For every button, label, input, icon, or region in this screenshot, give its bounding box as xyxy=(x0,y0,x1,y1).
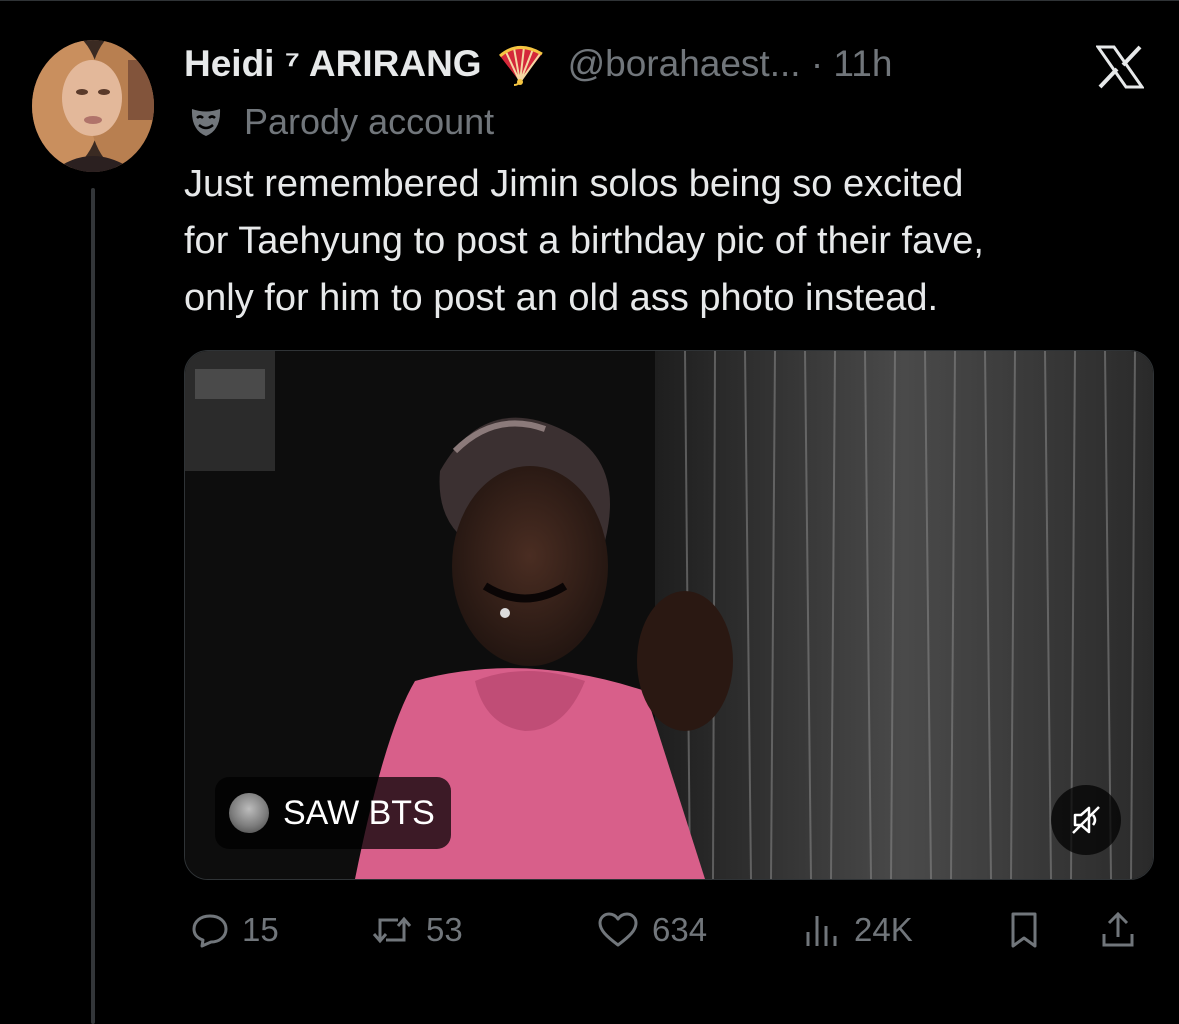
reply-button[interactable]: 15 xyxy=(190,898,279,962)
tweet-header: Heidi ⁷ ARIRANG @borahaest... · 11h xyxy=(184,36,892,92)
repost-button[interactable]: 53 xyxy=(370,898,463,962)
display-name[interactable]: Heidi ⁷ ARIRANG xyxy=(184,43,482,85)
tweet-video[interactable]: SAW BTS xyxy=(184,350,1154,880)
mute-icon xyxy=(1072,806,1100,834)
views-count: 24K xyxy=(854,911,913,948)
handle-and-time[interactable]: @borahaest... · 11h xyxy=(568,43,893,85)
avatar[interactable] xyxy=(32,40,154,172)
top-divider xyxy=(0,0,1179,1)
repost-icon xyxy=(372,916,412,944)
views-icon xyxy=(806,916,837,946)
parody-label-text: Parody account xyxy=(244,101,495,142)
video-source-label: SAW BTS xyxy=(283,793,435,832)
fan-emoji-icon xyxy=(496,42,546,86)
parody-account-label[interactable]: Parody account xyxy=(188,100,494,144)
x-logo-icon xyxy=(1095,45,1145,89)
thread-line xyxy=(91,188,95,1024)
like-icon xyxy=(598,912,638,947)
bookmark-icon xyxy=(1011,912,1037,948)
action-bar: 15 53 634 24K xyxy=(184,898,1152,962)
like-button[interactable]: 634 xyxy=(596,898,707,962)
mute-button[interactable] xyxy=(1051,785,1121,855)
share-button[interactable] xyxy=(1098,898,1138,962)
reply-icon xyxy=(192,914,228,948)
reply-count: 15 xyxy=(242,911,279,948)
parody-mask-icon xyxy=(188,106,224,138)
repost-count: 53 xyxy=(426,911,463,948)
source-avatar xyxy=(229,793,269,833)
video-source-badge[interactable]: SAW BTS xyxy=(215,777,451,849)
views-button[interactable]: 24K xyxy=(802,898,913,962)
share-icon xyxy=(1102,911,1134,947)
like-count: 634 xyxy=(652,911,708,948)
tweet-text: Just remembered Jimin solos being so exc… xyxy=(184,163,984,319)
bookmark-button[interactable] xyxy=(1004,898,1044,962)
